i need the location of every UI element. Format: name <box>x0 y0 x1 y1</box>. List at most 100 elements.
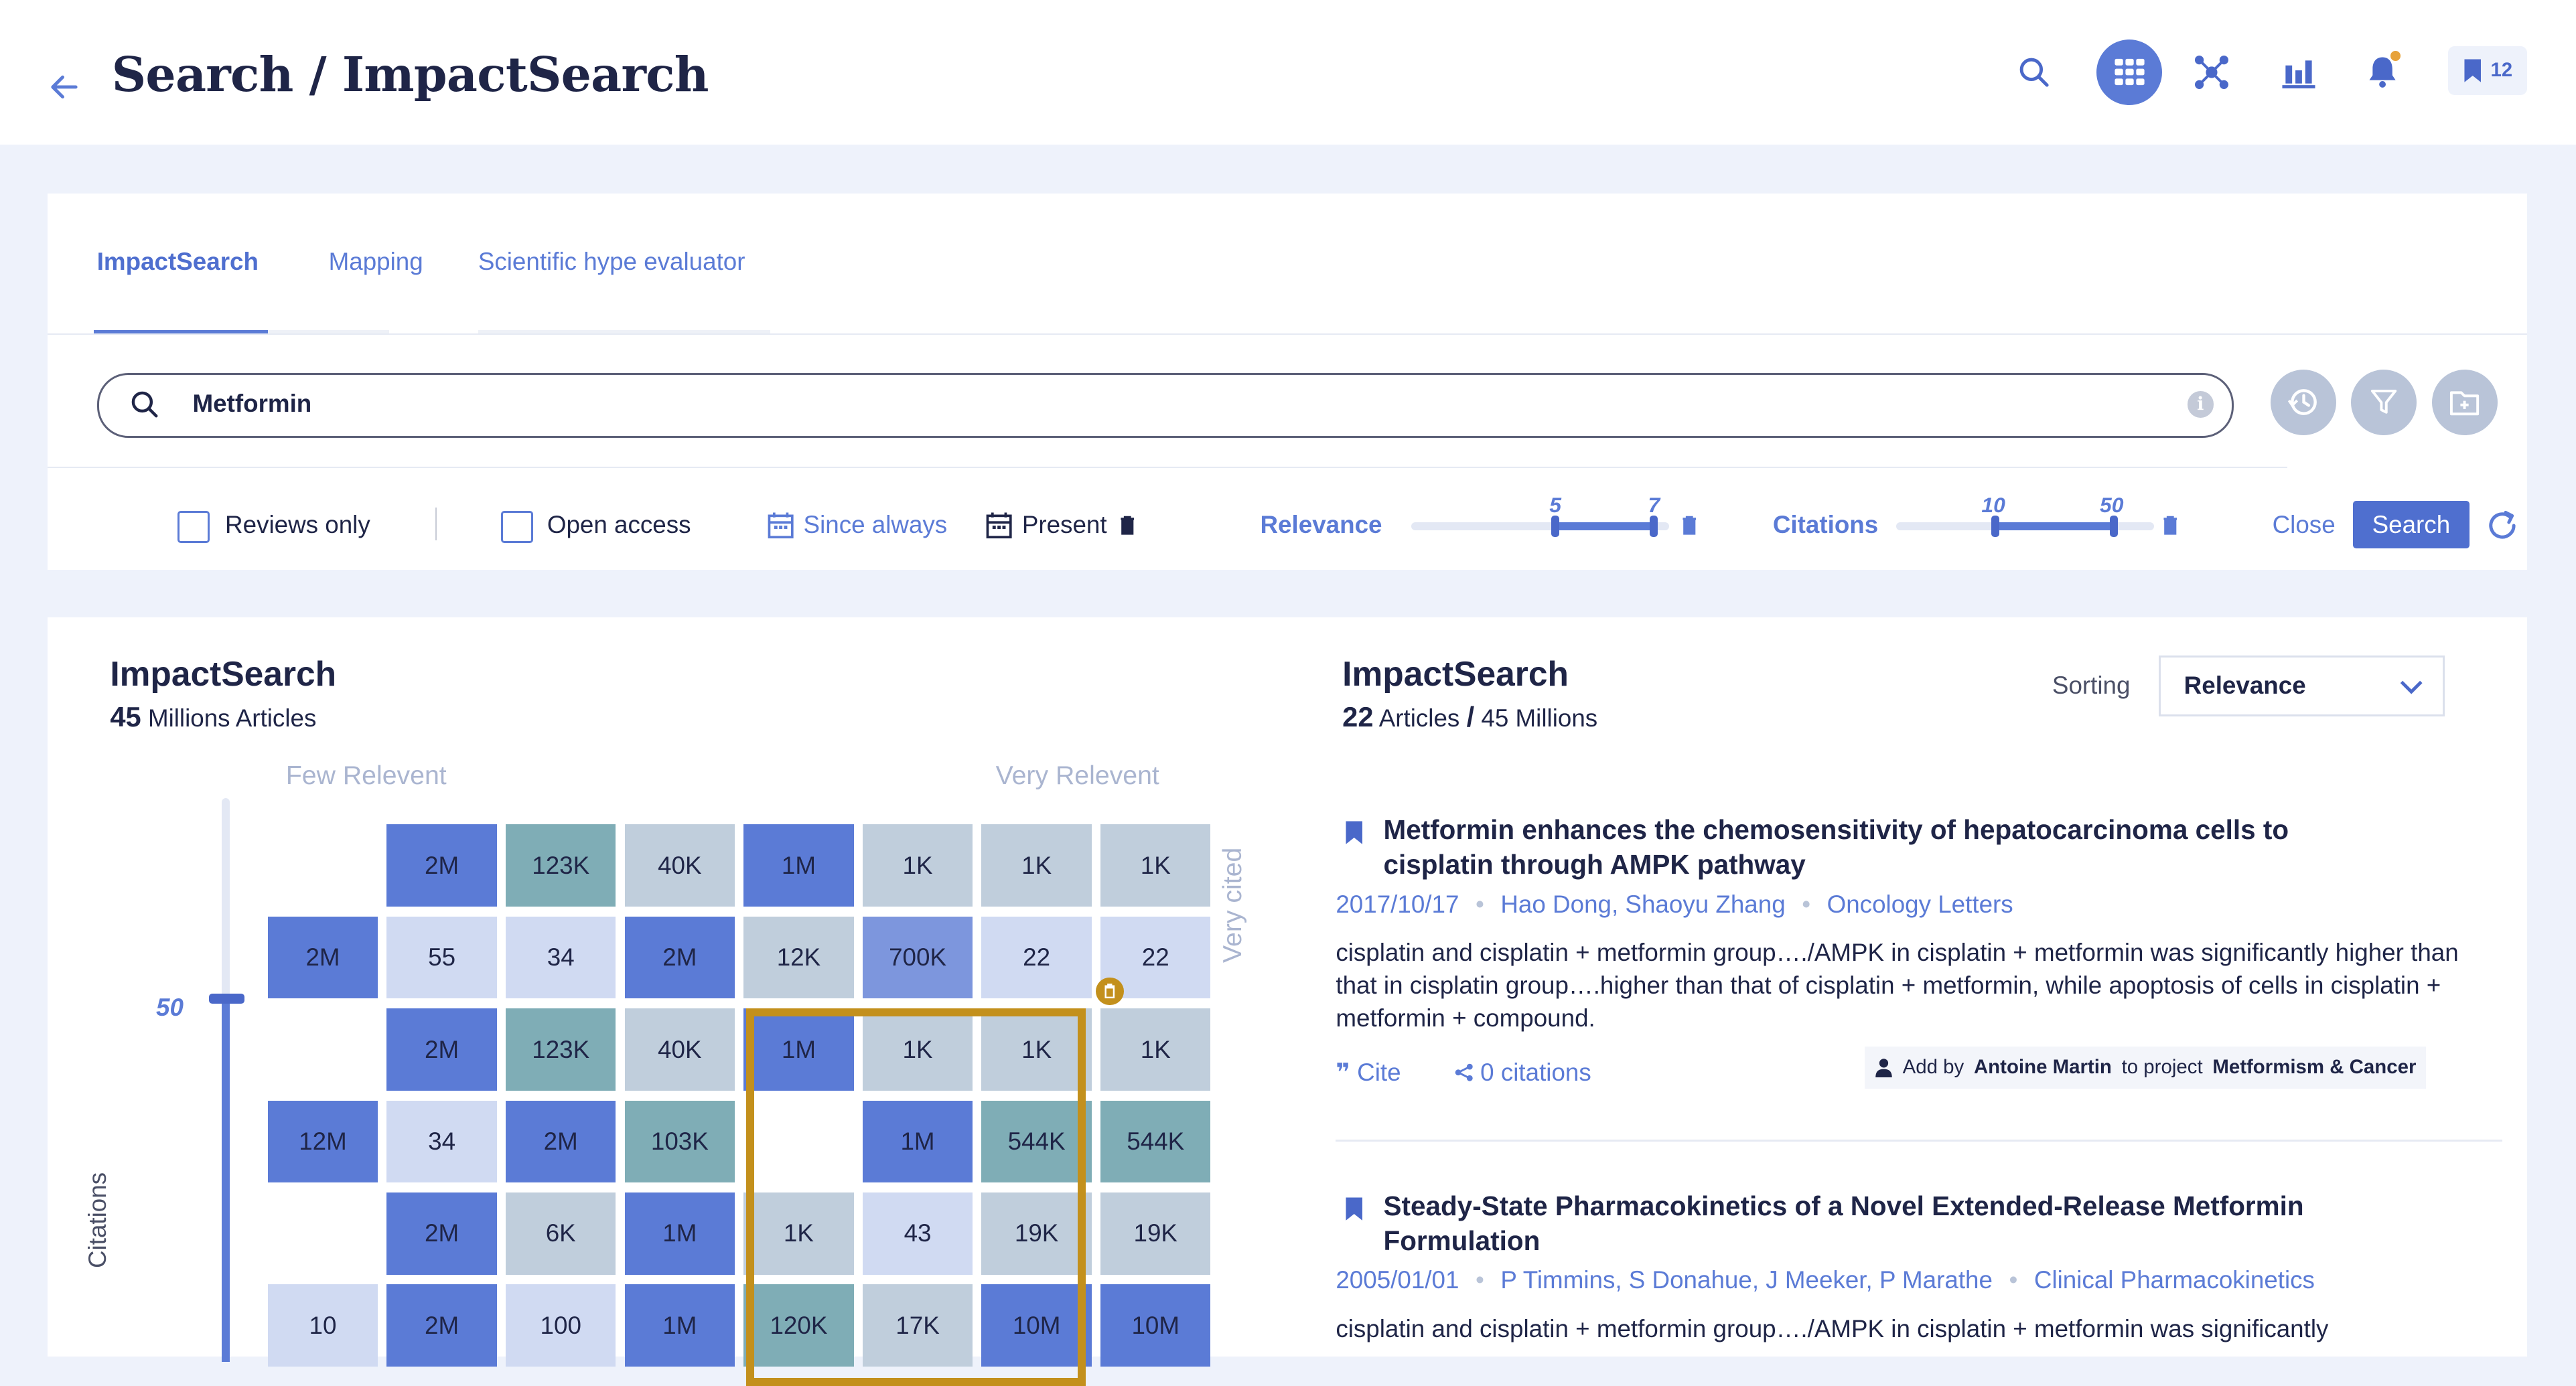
citations-min-handle[interactable] <box>1991 516 2000 538</box>
grid-cell[interactable]: 10M <box>1100 1284 1211 1367</box>
article-journal[interactable]: Clinical Pharmacokinetics <box>2034 1266 2315 1294</box>
bar-chart-icon[interactable] <box>2266 40 2332 105</box>
info-icon[interactable]: i <box>2187 391 2214 418</box>
citations-max-handle[interactable] <box>2109 516 2118 538</box>
calendar-icon <box>768 512 794 538</box>
article-actions: ❞ Cite 0 citations <box>1336 1058 1591 1087</box>
grid-cell[interactable]: 12K <box>743 916 854 999</box>
grid-cell[interactable]: 1K <box>862 824 973 907</box>
grid-cell[interactable]: 19K <box>1100 1192 1211 1275</box>
article-title[interactable]: Steady-State Pharmacokinetics of a Novel… <box>1383 1189 2369 1258</box>
sorting-select[interactable]: Relevance <box>2159 655 2445 716</box>
grid-cell[interactable]: 2M <box>386 1284 497 1367</box>
folder-plus-icon <box>2450 391 2480 416</box>
bookmark-icon[interactable] <box>1344 820 1364 846</box>
history-icon <box>2287 389 2317 416</box>
results-title: ImpactSearch <box>1342 654 1569 694</box>
relevance-min-handle[interactable] <box>1551 516 1559 538</box>
results-total-unit: Millions <box>1515 704 1598 733</box>
grid-cell[interactable]: 12M <box>267 1100 378 1183</box>
citations-vertical-range <box>222 1000 230 1362</box>
close-button[interactable]: Close <box>2273 511 2336 539</box>
grid-cell[interactable]: 6K <box>506 1192 616 1275</box>
trash-icon[interactable] <box>1119 516 1136 535</box>
grid-cell[interactable]: 103K <box>624 1100 735 1183</box>
search-input[interactable]: Metformin i <box>96 372 2234 438</box>
citations-count: 0 citations <box>1480 1058 1591 1086</box>
citations-slider-range <box>1995 522 2113 531</box>
citations-vertical-handle[interactable] <box>208 994 245 1004</box>
filter-divider <box>48 466 2287 469</box>
reviews-only-checkbox[interactable] <box>177 510 210 543</box>
bookmarks-button[interactable]: 12 <box>2448 46 2527 96</box>
grid-cell[interactable]: 2M <box>267 916 378 999</box>
tab-impactsearch[interactable]: ImpactSearch <box>97 248 259 276</box>
grid-cell[interactable]: 544K <box>1100 1100 1211 1183</box>
grid-cell[interactable]: 123K <box>506 1008 616 1091</box>
share-icon <box>1455 1063 1473 1081</box>
network-icon[interactable] <box>2179 40 2244 105</box>
trash-icon[interactable] <box>2162 516 2179 535</box>
grid-cell[interactable]: 2M <box>506 1100 616 1183</box>
grid-cell[interactable]: 1K <box>981 824 1092 907</box>
grid-cell[interactable]: 700K <box>862 916 973 999</box>
relevance-label: Relevance <box>1260 510 1382 538</box>
grid-cell[interactable]: 2M <box>386 824 497 907</box>
relevance-slider-range <box>1554 522 1653 531</box>
bookmark-icon[interactable] <box>1344 1196 1364 1222</box>
chevron-down-icon <box>2401 680 2423 694</box>
grid-cell[interactable]: 1M <box>743 824 854 907</box>
grid-cell[interactable]: 2M <box>386 1192 497 1275</box>
grid-cell[interactable]: 123K <box>506 824 616 907</box>
grid-cell[interactable]: 1M <box>624 1192 735 1275</box>
tab-scientific-hype-evaluator[interactable]: Scientific hype evaluator <box>478 248 745 276</box>
relevance-max-handle[interactable] <box>1649 516 1658 538</box>
grid-cell[interactable]: 34 <box>506 916 616 999</box>
grid-cell[interactable]: 34 <box>386 1100 497 1183</box>
add-to-folder-button[interactable] <box>2431 369 2498 436</box>
grid-cell[interactable]: 2M <box>386 1008 497 1091</box>
results-panel: ImpactSearch 45 Millions Articles Few Re… <box>48 617 2527 1386</box>
grid-cell[interactable]: 10 <box>267 1284 378 1367</box>
article-journal[interactable]: Oncology Letters <box>1827 891 2013 918</box>
trash-icon[interactable] <box>1681 516 1698 535</box>
impact-count-unit: Millions Articles <box>147 704 317 733</box>
filter-icon <box>2371 389 2397 414</box>
article-authors[interactable]: P Timmins, S Donahue, J Meeker, P Marath… <box>1500 1266 1993 1294</box>
grid-cell[interactable]: 40K <box>624 1008 735 1091</box>
cite-button[interactable]: ❞ Cite <box>1336 1059 1401 1086</box>
bell-icon[interactable] <box>2350 40 2415 105</box>
present-date-button[interactable]: Present <box>1022 511 1107 539</box>
grid-cell[interactable]: 100 <box>506 1284 616 1367</box>
grid-cell[interactable]: 1K <box>1100 1008 1211 1091</box>
relevance-max-value: 7 <box>1648 492 1660 517</box>
grid-cell[interactable]: 1M <box>624 1284 735 1367</box>
grid-cell[interactable]: 55 <box>386 916 497 999</box>
grid-icon[interactable] <box>2096 39 2163 105</box>
article-title[interactable]: Metformin enhances the chemosensitivity … <box>1383 813 2369 882</box>
citations-link[interactable]: 0 citations <box>1454 1059 1591 1086</box>
grid-cell[interactable]: 1K <box>1100 824 1211 907</box>
article-authors[interactable]: Hao Dong, Shaoyu Zhang <box>1500 891 1785 918</box>
grid-cell[interactable]: 40K <box>624 824 735 907</box>
added-by-project[interactable]: Metformism & Cancer <box>2212 1056 2416 1079</box>
since-date-button[interactable]: Since always <box>804 511 948 539</box>
grid-cell[interactable]: 2M <box>624 916 735 999</box>
impact-title: ImpactSearch <box>110 654 337 694</box>
back-arrow-icon[interactable] <box>46 69 82 105</box>
refresh-icon[interactable] <box>2484 508 2520 544</box>
article-abstract: cisplatin and cisplatin + metformin grou… <box>1336 939 2459 1032</box>
citations-label: Citations <box>1772 510 1879 538</box>
sorting-value: Relevance <box>2184 672 2306 700</box>
tab-mapping[interactable]: Mapping <box>329 248 423 276</box>
open-access-checkbox[interactable] <box>501 510 533 543</box>
history-button[interactable] <box>2271 369 2337 436</box>
page-title: Search / ImpactSearch <box>111 46 709 102</box>
search-icon[interactable] <box>2001 40 2067 105</box>
grid-cell[interactable]: 22 <box>981 916 1092 999</box>
delete-selection-button[interactable] <box>1096 977 1124 1006</box>
search-button[interactable]: Search <box>2352 501 2470 549</box>
selection-box[interactable] <box>745 1008 1086 1386</box>
tab-underline <box>267 330 390 333</box>
filter-button[interactable] <box>2351 369 2417 436</box>
